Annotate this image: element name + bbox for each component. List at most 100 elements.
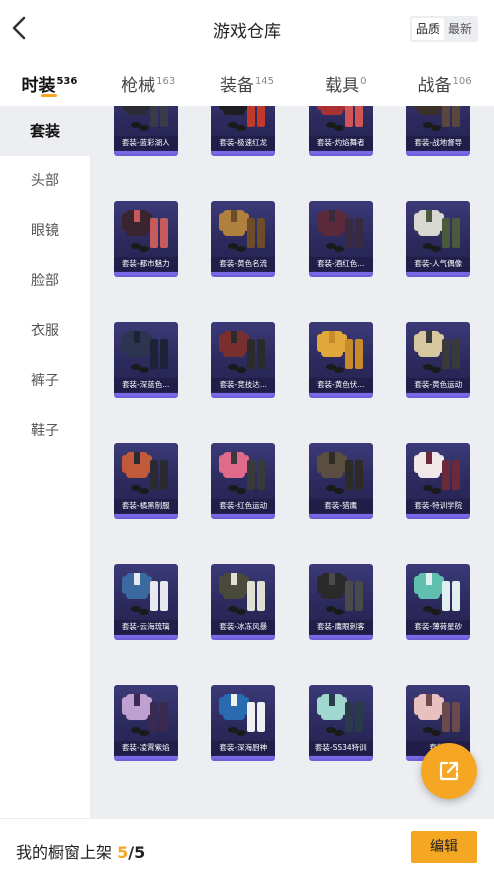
- card-bottom-bar: [113, 756, 178, 759]
- card-bottom-bar: [113, 514, 178, 517]
- sort-quality-button[interactable]: 品质: [411, 18, 444, 40]
- assassin-outfit-icon: [316, 573, 363, 615]
- red-dancer-outfit-icon: [316, 106, 363, 131]
- sidebar-item-pants[interactable]: 裤子: [0, 356, 90, 406]
- outfit-card[interactable]: 套装-酒红色...: [308, 201, 373, 275]
- outfit-card[interactable]: 套装-红色运动: [211, 443, 276, 517]
- card-bottom-bar: [308, 272, 373, 275]
- tab-combat[interactable]: 战备106: [395, 58, 494, 106]
- frost-storm-outfit-icon: [219, 573, 266, 615]
- outfit-card[interactable]: 套装-战地督导: [406, 106, 471, 154]
- outfit-icon: [414, 694, 461, 736]
- outfit-card[interactable]: 套装-蓝彩湖人: [113, 106, 178, 154]
- outfit-name: 套装-深海厨神: [211, 741, 276, 755]
- showcase-label: 我的橱窗上架: [16, 843, 113, 862]
- chef-outfit-icon: [219, 694, 266, 736]
- tab-equipment[interactable]: 装备145: [198, 58, 297, 106]
- outfit-name: 套装-灼焰舞者: [308, 136, 373, 150]
- card-bottom-bar: [308, 514, 373, 517]
- outfit-card[interactable]: 套装-云海琉璃: [113, 564, 178, 638]
- card-bottom-bar: [406, 635, 471, 638]
- outfit-card[interactable]: 套装-冰冻风暴: [211, 564, 276, 638]
- tab-count: 0: [360, 76, 367, 87]
- outfit-name: 套装-竞技达...: [211, 378, 276, 392]
- outfit-card[interactable]: 套装-黄色伏...: [308, 322, 373, 396]
- tab-label: 载具: [325, 76, 360, 96]
- navy-suit-outfit-icon: [121, 331, 168, 373]
- sidebar-item-suit[interactable]: 套装: [0, 106, 90, 156]
- tab-fashion[interactable]: 时装536: [0, 58, 99, 106]
- tab-count: 106: [452, 76, 472, 87]
- item-grid: 套装-蓝彩湖人套装-极速红龙 套装-灼焰舞者 套装-战地督导套装-都市魅力套装-黄色…: [90, 106, 494, 759]
- idol-outfit-icon: [414, 210, 461, 252]
- bottom-bar: 我的橱窗上架 5/5 编辑: [0, 818, 494, 875]
- tab-count: 145: [254, 76, 275, 87]
- tab-guns[interactable]: 枪械163: [99, 58, 198, 106]
- outfit-card[interactable]: 套装-深蓝色...: [113, 322, 178, 396]
- card-bottom-bar: [113, 272, 178, 275]
- showcase-total-count: 5: [134, 843, 146, 862]
- tab-count: 163: [156, 76, 176, 87]
- sidebar-item-shoes[interactable]: 鞋子: [0, 406, 90, 456]
- sort-latest-button[interactable]: 最新: [444, 18, 476, 40]
- outfit-card[interactable]: 套装-极速红龙: [211, 106, 276, 154]
- card-bottom-bar: [113, 393, 178, 396]
- purple-flame-outfit-icon: [121, 694, 168, 736]
- card-bottom-bar: [211, 514, 276, 517]
- outfit-name: 套装-黄色运动: [406, 378, 471, 392]
- item-grid-area[interactable]: 套装-蓝彩湖人套装-极速红龙 套装-灼焰舞者 套装-战地督导套装-都市魅力套装-黄色…: [90, 106, 494, 818]
- share-button[interactable]: [421, 743, 477, 799]
- outfit-name: 套装-黄色名流: [211, 257, 276, 271]
- header: 游戏仓库 品质 最新: [0, 0, 494, 58]
- edit-button[interactable]: 编辑: [411, 831, 477, 863]
- card-bottom-bar: [211, 151, 276, 154]
- sidebar-item-glasses[interactable]: 眼镜: [0, 206, 90, 256]
- wine-suit-outfit-icon: [316, 210, 363, 252]
- card-bottom-bar: [308, 756, 373, 759]
- yellow-jacket-outfit-icon: [219, 210, 266, 252]
- outfit-name: 套装-鹰眼刺客: [308, 620, 373, 634]
- sport-outfit-icon: [219, 331, 266, 373]
- sidebar-item-clothes[interactable]: 衣服: [0, 306, 90, 356]
- outfit-name: 套装-深蓝色...: [113, 378, 178, 392]
- outfit-card[interactable]: 套装-黄色运动: [406, 322, 471, 396]
- outfit-card[interactable]: 套装-黄色名流: [211, 201, 276, 275]
- outfit-card[interactable]: 套装-人气偶像: [406, 201, 471, 275]
- sidebar: 套装 头部 眼镜 脸部 衣服 裤子 鞋子: [0, 106, 90, 818]
- outfit-card[interactable]: 套装-竞技达...: [211, 322, 276, 396]
- orange-uniform-outfit-icon: [121, 452, 168, 494]
- outfit-card[interactable]: 套装-猎鹰: [308, 443, 373, 517]
- dark-suit-outfit-icon: [121, 106, 168, 131]
- outfit-card[interactable]: 套装-深海厨神: [211, 685, 276, 759]
- outfit-card[interactable]: 套装-SS34特训: [308, 685, 373, 759]
- sidebar-item-face[interactable]: 脸部: [0, 256, 90, 306]
- outfit-name: 套装-橘黑制服: [113, 499, 178, 513]
- falcon-outfit-icon: [316, 452, 363, 494]
- outfit-name: 套装-红色运动: [211, 499, 276, 513]
- card-bottom-bar: [211, 756, 276, 759]
- outfit-name: 套装-冰冻风暴: [211, 620, 276, 634]
- outfit-name: 套装-薄荷星砂: [406, 620, 471, 634]
- category-tabs: 时装536 枪械163 装备145 载具0 战备106: [0, 58, 494, 106]
- outfit-card[interactable]: 套装-特训学院: [406, 443, 471, 517]
- outfit-card[interactable]: 套装-凌霄紫焰: [113, 685, 178, 759]
- sort-toggle: 品质 最新: [409, 16, 478, 42]
- outfit-card[interactable]: 套装-都市魅力: [113, 201, 178, 275]
- outfit-card[interactable]: 套装-薄荷星砂: [406, 564, 471, 638]
- outfit-name: 套装-极速红龙: [211, 136, 276, 150]
- card-bottom-bar: [211, 393, 276, 396]
- outfit-name: 套装-人气偶像: [406, 257, 471, 271]
- tab-vehicles[interactable]: 载具0: [296, 58, 395, 106]
- outfit-name: 套装-黄色伏...: [308, 378, 373, 392]
- outfit-name: 套装-酒红色...: [308, 257, 373, 271]
- card-bottom-bar: [308, 151, 373, 154]
- outfit-name: 套装-特训学院: [406, 499, 471, 513]
- city-outfit-icon: [121, 210, 168, 252]
- outfit-card[interactable]: 套装-橘黑制服: [113, 443, 178, 517]
- outfit-card[interactable]: 套装-鹰眼刺客: [308, 564, 373, 638]
- cloud-dress-outfit-icon: [121, 573, 168, 615]
- outfit-card[interactable]: 套装-灼焰舞者: [308, 106, 373, 154]
- red-sport-outfit-icon: [219, 452, 266, 494]
- tab-active-underline: [41, 94, 58, 97]
- sidebar-item-head[interactable]: 头部: [0, 156, 90, 206]
